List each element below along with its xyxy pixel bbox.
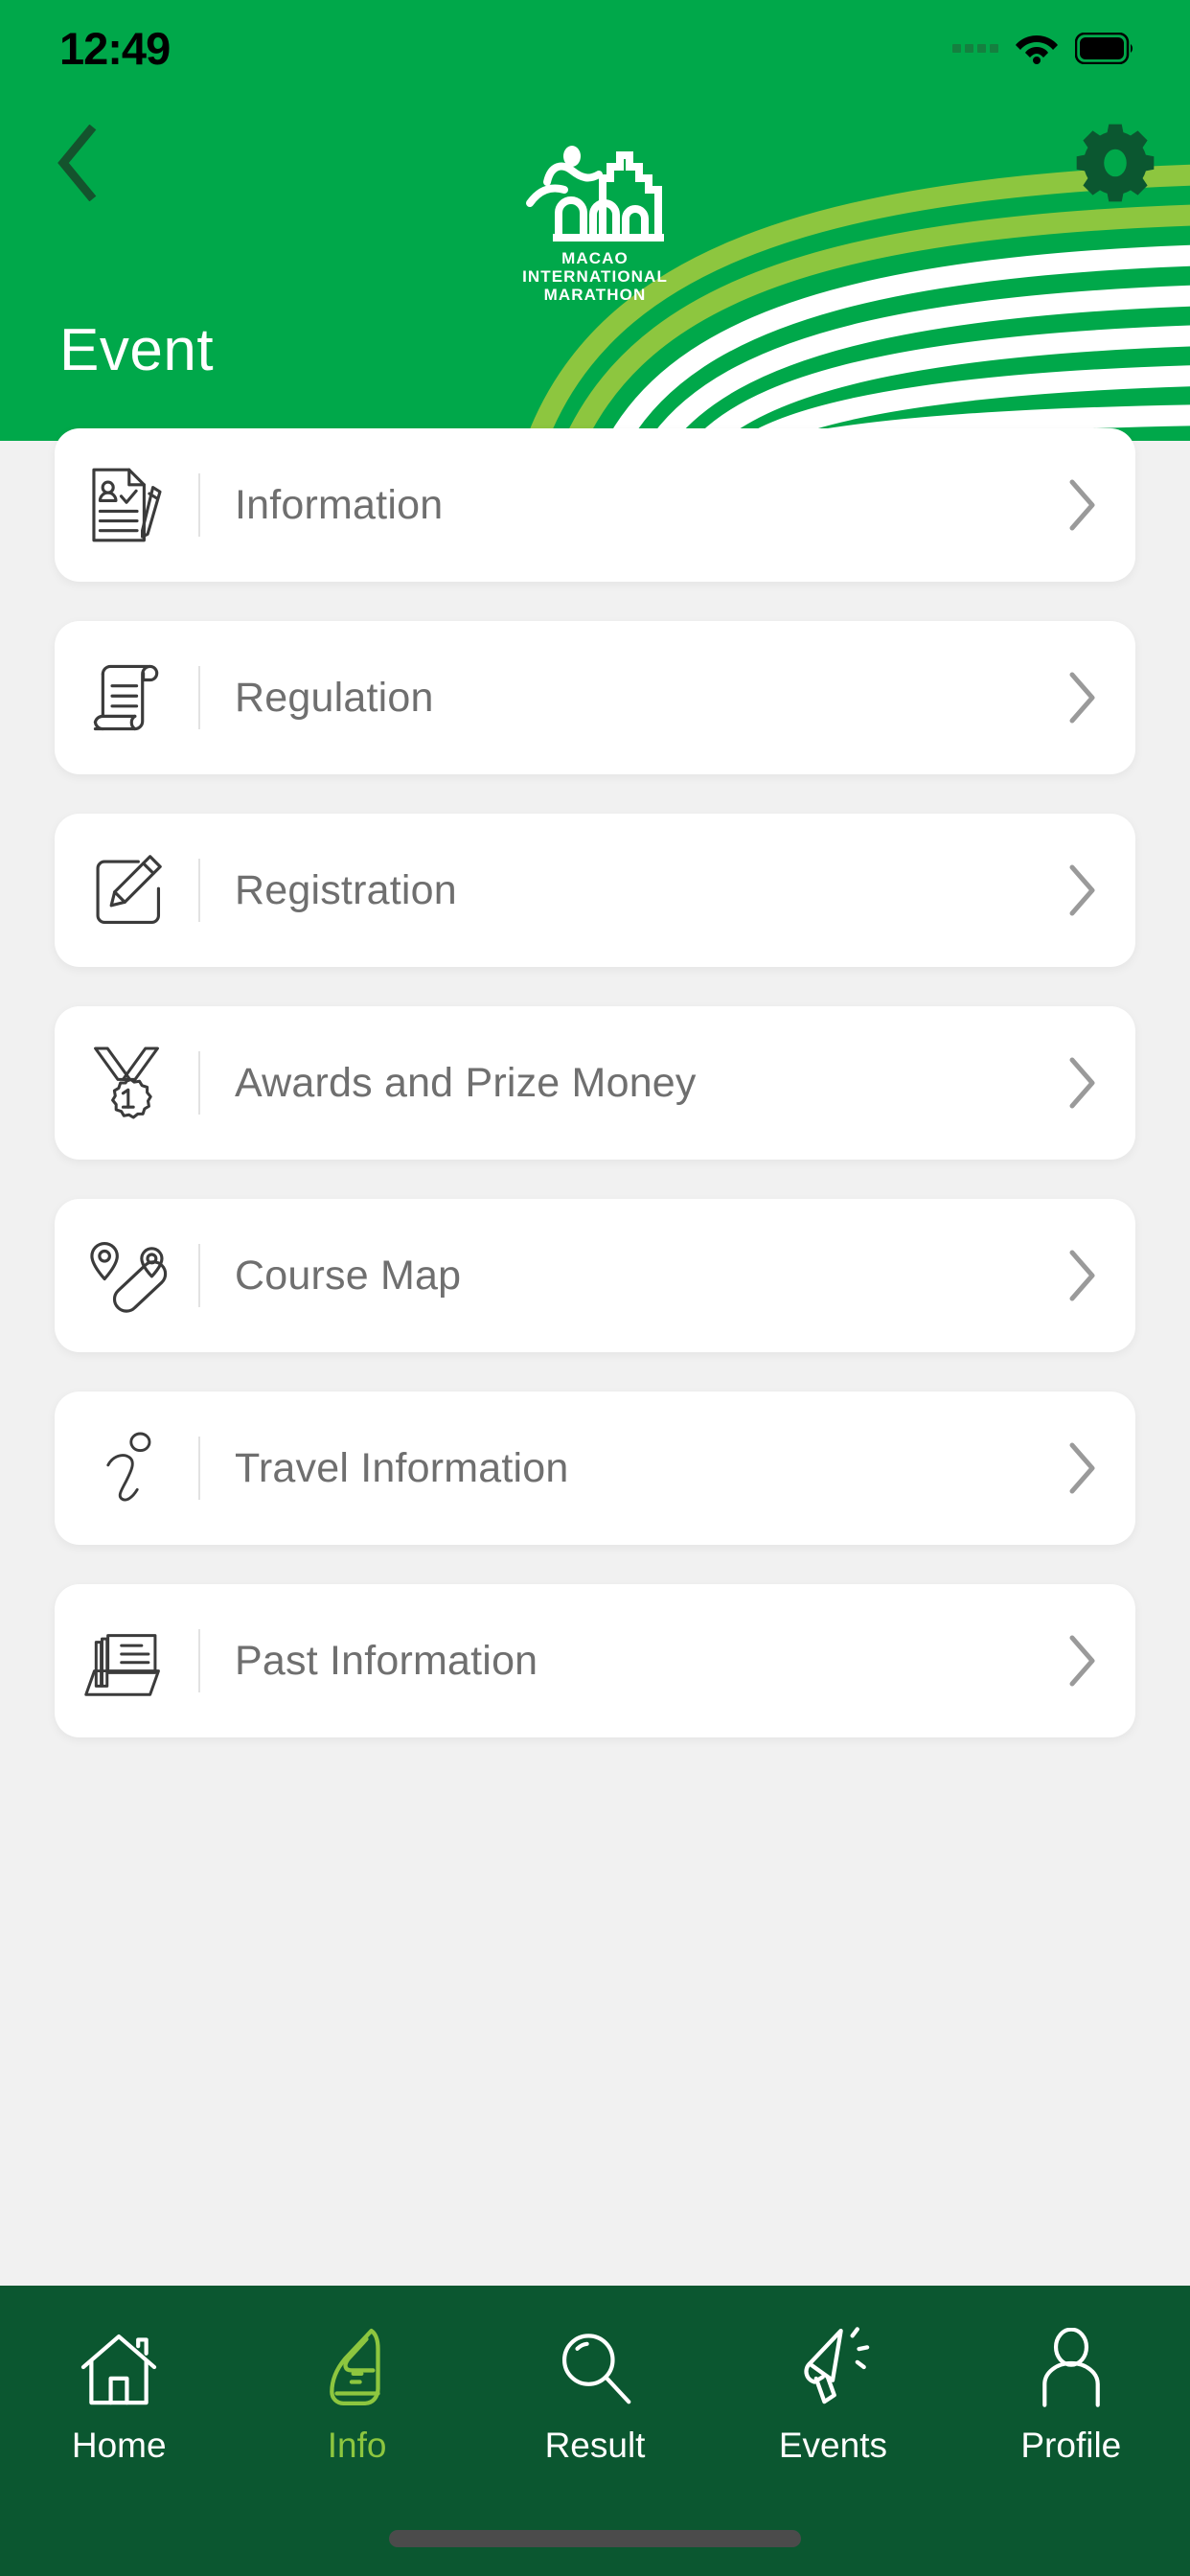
chevron-right-icon (1030, 1392, 1135, 1545)
menu-item-label: Past Information (235, 1637, 538, 1684)
megaphone-icon (790, 2320, 875, 2408)
chevron-right-icon (1030, 621, 1135, 774)
scroll-icon (55, 621, 198, 774)
edit-square-pencil-icon (55, 814, 198, 967)
tab-label: Profile (1020, 2426, 1122, 2465)
menu-item-awards-and-prize-money[interactable]: Awards and Prize Money (55, 1006, 1135, 1160)
menu-item-label: Course Map (235, 1252, 462, 1299)
magnifier-icon (555, 2320, 635, 2408)
chevron-right-icon (1030, 814, 1135, 967)
settings-button[interactable] (1069, 117, 1161, 209)
tab-label: Info (327, 2426, 387, 2465)
tab-label: Events (778, 2426, 887, 2465)
header: 12:49 MACAO INTERNATIONAL MARATHON Event (0, 0, 1190, 441)
running-shoe-icon (320, 2320, 395, 2408)
wifi-icon (1016, 35, 1058, 64)
medal-first-place-icon (55, 1006, 198, 1160)
menu-item-past-information[interactable]: Past Information (55, 1584, 1135, 1737)
battery-icon (1075, 32, 1133, 64)
tab-events[interactable]: Events (714, 2320, 951, 2466)
brand-line-1: MACAO (561, 249, 629, 267)
tab-label: Home (71, 2426, 167, 2465)
menu-item-label: Awards and Prize Money (235, 1059, 697, 1106)
brand-text: MACAO INTERNATIONAL MARATHON (485, 249, 705, 304)
status-bar: 12:49 (0, 0, 1190, 96)
status-indicators (952, 32, 1134, 64)
event-menu-list: Information Regulation Registration Awar… (0, 428, 1190, 1777)
brand-line-2: INTERNATIONAL (522, 267, 668, 286)
person-icon (1034, 2320, 1109, 2408)
signal-dots-icon (952, 43, 998, 53)
page-title: Event (59, 317, 215, 383)
gear-icon (1076, 124, 1155, 202)
tab-result[interactable]: Result (476, 2320, 714, 2466)
chevron-right-icon (1030, 1006, 1135, 1160)
chevron-right-icon (1030, 1199, 1135, 1352)
italic-info-i-icon (55, 1392, 198, 1545)
tab-info[interactable]: Info (238, 2320, 475, 2466)
menu-item-registration[interactable]: Registration (55, 814, 1135, 967)
back-button[interactable] (33, 120, 119, 206)
chevron-right-icon (1030, 428, 1135, 582)
status-time: 12:49 (59, 22, 171, 74)
menu-item-label: Travel Information (235, 1444, 569, 1491)
back-chevron-icon (57, 125, 97, 201)
chevron-right-icon (1030, 1584, 1135, 1737)
brand-line-3: MARATHON (543, 286, 647, 304)
route-map-pins-icon (55, 1199, 198, 1352)
macao-marathon-logo-icon (526, 146, 664, 242)
tab-profile[interactable]: Profile (952, 2320, 1190, 2466)
menu-item-course-map[interactable]: Course Map (55, 1199, 1135, 1352)
brand-logo: MACAO INTERNATIONAL MARATHON (485, 144, 705, 304)
house-icon (78, 2320, 160, 2408)
folder-documents-icon (55, 1584, 198, 1737)
tab-home[interactable]: Home (0, 2320, 238, 2466)
menu-item-travel-information[interactable]: Travel Information (55, 1392, 1135, 1545)
menu-item-regulation[interactable]: Regulation (55, 621, 1135, 774)
menu-item-label: Regulation (235, 674, 434, 721)
menu-item-label: Information (235, 481, 444, 528)
home-indicator[interactable] (389, 2530, 801, 2547)
tab-label: Result (544, 2426, 646, 2465)
app-root: 12:49 MACAO INTERNATIONAL MARATHON Event… (0, 0, 1190, 2576)
menu-item-label: Registration (235, 866, 457, 913)
menu-item-information[interactable]: Information (55, 428, 1135, 582)
bottom-navigation: Home Info Result Events Profile (0, 2286, 1190, 2576)
document-person-check-pencil-icon (55, 428, 198, 582)
